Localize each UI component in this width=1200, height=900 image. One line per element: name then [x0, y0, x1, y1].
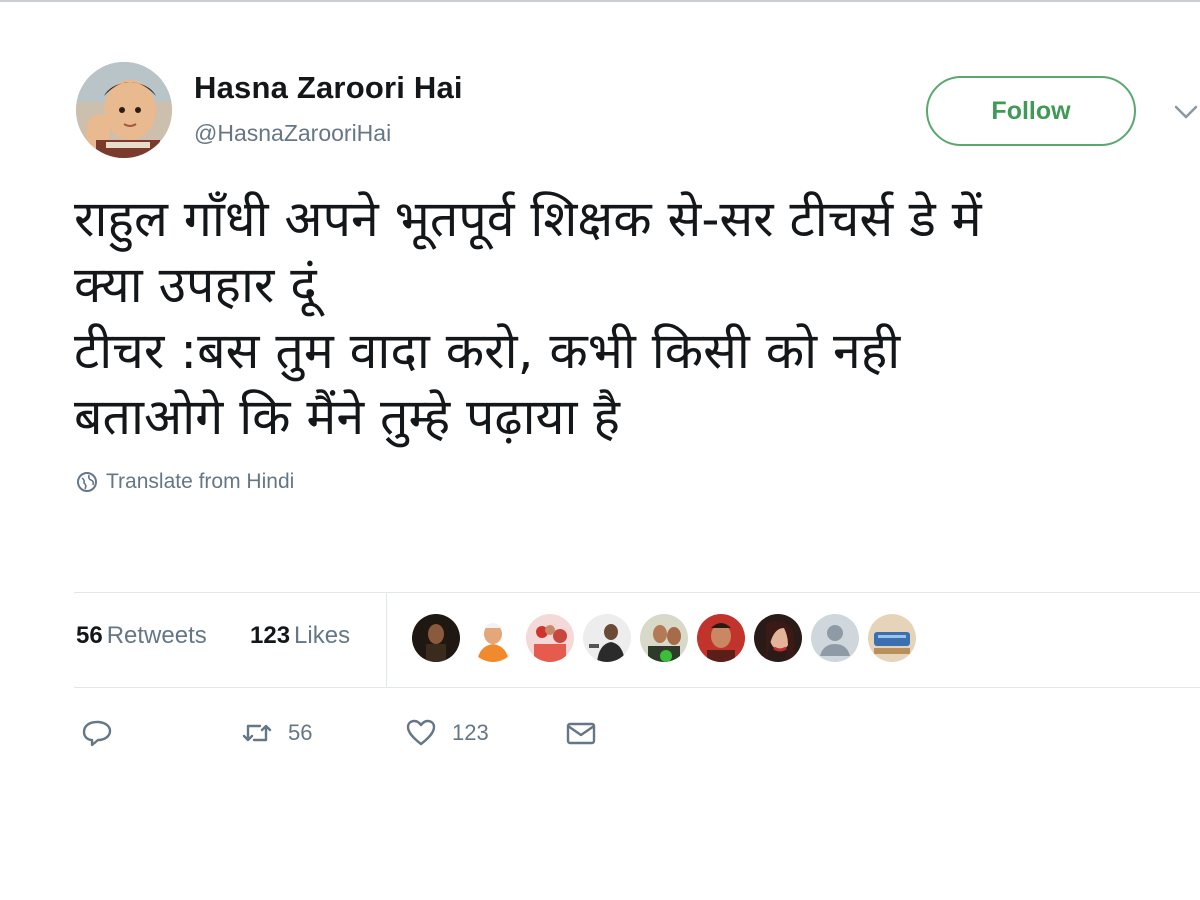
heart-icon — [406, 719, 436, 746]
liker-avatar[interactable] — [754, 614, 802, 662]
top-divider — [0, 0, 1200, 2]
tweet-text-line: क्या उपहार दूं — [74, 256, 317, 314]
direct-message-button[interactable] — [564, 716, 598, 750]
stats-top-divider — [74, 592, 1200, 593]
stats-bottom-divider — [74, 687, 1200, 688]
liker-avatar[interactable] — [526, 614, 574, 662]
translate-link[interactable]: Translate from Hindi — [76, 470, 294, 494]
reply-button[interactable] — [80, 716, 114, 750]
retweet-button[interactable]: 56 — [240, 716, 312, 750]
liker-avatar[interactable] — [583, 614, 631, 662]
liker-avatar[interactable] — [412, 614, 460, 662]
retweet-icon — [242, 724, 272, 742]
globe-icon — [77, 472, 97, 492]
liker-avatar[interactable] — [640, 614, 688, 662]
translate-label: Translate from Hindi — [106, 470, 295, 493]
chevron-down-icon[interactable] — [1172, 98, 1200, 126]
like-count: 123 — [452, 720, 489, 745]
liker-avatar[interactable] — [811, 614, 859, 662]
liker-avatar[interactable] — [697, 614, 745, 662]
user-handle[interactable]: @HasnaZarooriHai — [194, 120, 391, 147]
retweet-count: 56 — [288, 720, 313, 745]
stats-vertical-divider — [386, 592, 387, 687]
tweet-text-line: बताओगे कि मैंने तुम्हे पढ़ाया है — [74, 388, 620, 446]
envelope-icon — [566, 722, 596, 745]
tweet-actions: 56 123 — [0, 700, 1200, 770]
liker-avatar[interactable] — [469, 614, 517, 662]
follow-button[interactable]: Follow — [926, 76, 1136, 146]
tweet-text-line: राहुल गाँधी अपने भूतपूर्व शिक्षक से-सर ट… — [74, 190, 982, 248]
avatar-image — [76, 62, 172, 158]
likes-count: 123 — [250, 622, 291, 649]
liker-avatar[interactable] — [868, 614, 916, 662]
reply-icon — [82, 720, 112, 747]
avatar[interactable] — [76, 62, 172, 158]
tweet-text-line: टीचर :बस तुम वादा करो, कभी किसी को नही — [74, 322, 901, 380]
like-button[interactable]: 123 — [404, 716, 489, 750]
tweet-card: Hasna Zaroori Hai @HasnaZarooriHai Follo… — [0, 0, 1200, 900]
retweets-stat[interactable]: 56 Retweets — [76, 622, 207, 650]
retweets-label: Retweets — [106, 622, 207, 649]
retweets-count: 56 — [76, 622, 103, 649]
display-name[interactable]: Hasna Zaroori Hai — [194, 70, 463, 106]
liker-avatars — [412, 614, 916, 664]
likes-stat[interactable]: 123 Likes — [250, 622, 350, 650]
tweet-text: राहुल गाँधी अपने भूतपूर्व शिक्षक से-सर ट… — [74, 186, 1184, 450]
likes-label: Likes — [294, 622, 351, 649]
